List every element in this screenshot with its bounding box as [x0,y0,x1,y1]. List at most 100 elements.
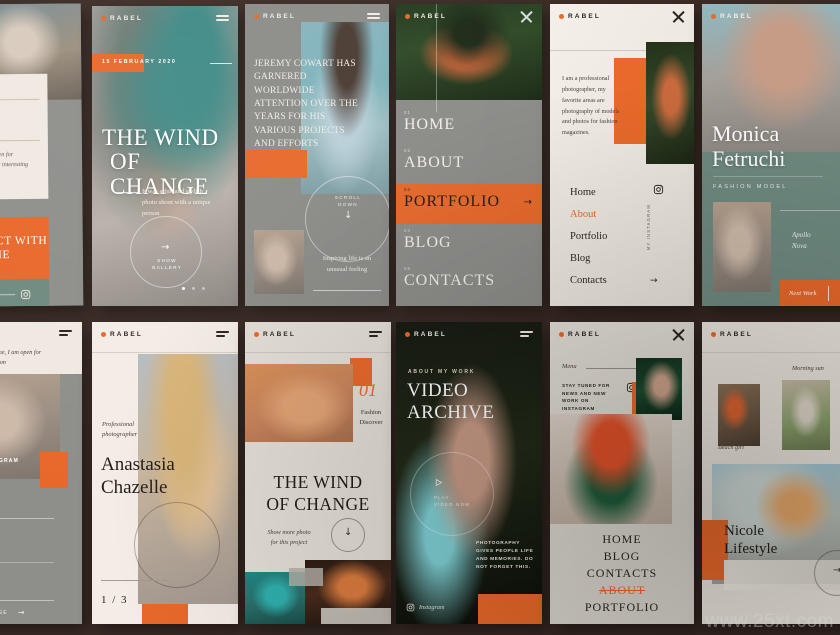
overlay-item-portfolio[interactable]: PORTFOLIO [550,600,694,615]
screen-project[interactable]: RABEL 01 Fashion Discover THE WIND OF CH… [245,322,391,624]
logo[interactable]: RABEL [254,13,296,20]
video-title-line2: ARCHIVE [407,401,495,423]
nav-item-portfolio[interactable]: Portfolio [570,231,607,242]
project-header: RABEL [245,322,391,346]
photographer-kicker: Professional photographer [102,420,137,439]
screen-video-archive[interactable]: RABEL ABOUT MY WORK VIDEO ARCHIVE PLAY V… [396,322,542,624]
project-number: 01 [359,380,377,400]
kicker-line1: Professional [102,421,135,428]
logo[interactable]: RABEL [559,13,601,20]
overlay-item-about[interactable]: ABOUT [550,583,694,598]
logo-dot-icon [711,13,716,19]
contact-cta-label: CONTACT WITH ME [0,234,48,262]
logo-dot-icon [711,331,716,337]
project-sub: Show more photo for this project [258,528,320,548]
photographer-header: RABEL [92,322,238,346]
logo[interactable]: RABEL [405,331,447,338]
hero-dots[interactable] [182,287,205,290]
logo[interactable]: RABEL [559,331,601,338]
contact-cta-button[interactable]: CONTACT WITH ME [0,216,50,280]
screen-overlay-menu[interactable]: RABEL Menu STAY TUNED FOR NEWS AND NEW W… [550,322,694,624]
scroll-down-arrow-icon: ↓ [344,210,353,221]
screen-about[interactable]: RABEL JEREMY COWART HAS GARNERED WORLDWI… [245,4,389,306]
menu-item-portfolio[interactable]: 03 PORTFOLIO → [396,184,542,224]
instagram-icon[interactable] [653,184,664,195]
gallery-name: Nicole Lifestyle [724,522,777,558]
scroll-down-label: SCROLL DOWN [327,194,369,209]
close-icon[interactable] [672,328,685,341]
menu-button[interactable] [369,331,382,337]
overlay-item-contacts[interactable]: CONTACTS [550,566,694,581]
menu-button[interactable] [59,330,72,336]
menu-num: 05 [404,266,411,271]
menu-button[interactable] [216,15,229,21]
show-gallery-label: SHOW GALLERY [150,258,184,272]
menu-button[interactable] [367,13,380,19]
menu-button[interactable] [520,331,533,337]
photographer-name: Anastasia Chazelle [101,454,175,500]
menu-num: 01 [404,110,411,115]
play-icon[interactable] [434,478,443,487]
next-work-button[interactable]: Next Work → [780,280,840,306]
instagram-icon[interactable] [406,603,415,612]
logo[interactable]: RABEL [405,13,447,20]
screen-photographer[interactable]: RABEL Professional photographer Anastasi… [92,322,238,624]
logo-text: RABEL [568,330,601,338]
send-message-button[interactable]: SEND MESSAGE → [0,608,25,617]
logo[interactable]: RABEL [254,331,296,338]
menu-label: HOME [404,116,456,133]
logo[interactable]: RABEL [711,13,753,20]
about-menu-header: RABEL [550,4,694,28]
instagram-icon[interactable] [20,289,31,300]
play-label-2: VIDEO NOW [434,502,471,508]
play-label-1: PLAY [434,495,450,500]
logo-dot-icon [101,15,106,21]
close-icon[interactable] [520,10,533,23]
screen-model-profile[interactable]: RABEL Monica Fetruchi FASHION MODEL Apol… [702,4,840,306]
model-work-title: Apollo Nova [792,230,811,251]
scroll-more-arrow-icon: ↓ [344,527,353,538]
next-work-label: Next Work [789,289,817,297]
hero-header: RABEL [92,6,238,30]
logo-dot-icon [254,331,259,337]
nav-item-blog[interactable]: Blog [570,253,590,264]
video-quote: PHOTOGRAPHY GIVES PEOPLE LIFE AND MEMORI… [476,541,534,570]
menu-item-blog[interactable]: 04 BLOG [396,226,542,264]
video-header: RABEL [396,322,542,346]
nav-item-home[interactable]: Home [570,187,596,198]
screen-contact[interactable]: Write to me, I am open for cooperation a… [0,3,84,307]
overlay-item-blog[interactable]: BLOG [550,549,694,564]
overlay-item-home[interactable]: HOME [550,532,694,547]
screen-about-menu[interactable]: RABEL I am a professional photographer, … [550,4,694,306]
logo-dot-icon [559,13,564,19]
menu-button[interactable] [216,331,229,337]
menu-num: 04 [404,228,411,233]
menu-item-home[interactable]: 01 HOME [396,108,542,146]
instagram-cta[interactable]: TO MY INSTAGRAM [0,458,19,464]
logo[interactable]: RABEL [101,15,143,22]
logo-dot-icon [405,13,410,19]
screen-gallery[interactable]: RABEL Morning sun Beach girl Nicole Life… [702,322,840,624]
menu-item-about[interactable]: 02 ABOUT [396,146,542,184]
logo-text: RABEL [720,330,753,338]
logo[interactable]: RABEL [101,331,143,338]
work-line2: Nova [792,241,807,250]
nav-item-about[interactable]: About [570,209,596,220]
close-icon[interactable] [672,10,685,23]
gallery-name-line1: Nicole [724,523,764,539]
overlay-header: RABEL [550,322,694,346]
instagram-label[interactable]: Instagram [419,604,444,611]
gallery-caption-top: Morning sun [792,365,824,372]
project-tag-line2: Discover [359,419,383,427]
logo-dot-icon [405,331,410,337]
model-header: RABEL [702,4,840,28]
model-name-line1: Monica [712,121,780,146]
logo[interactable]: RABEL [711,331,753,338]
screen-hero[interactable]: RABEL 15 FEBRUARY 2020 THE WIND OF CHANG… [92,6,238,306]
screen-numbered-menu[interactable]: RABEL 01 HOME 02 ABOUT 03 PORTFOLIO → 04 [396,4,542,306]
menu-item-contacts[interactable]: 05 CONTACTS [396,264,542,304]
project-title: THE WIND OF CHANGE [245,472,391,516]
screen-contact-form[interactable]: Write to me, I am open for cooperation T… [0,322,82,624]
bio-text: I am a professional photographer, my fav… [562,75,620,137]
nav-item-contacts[interactable]: Contacts [570,275,607,286]
